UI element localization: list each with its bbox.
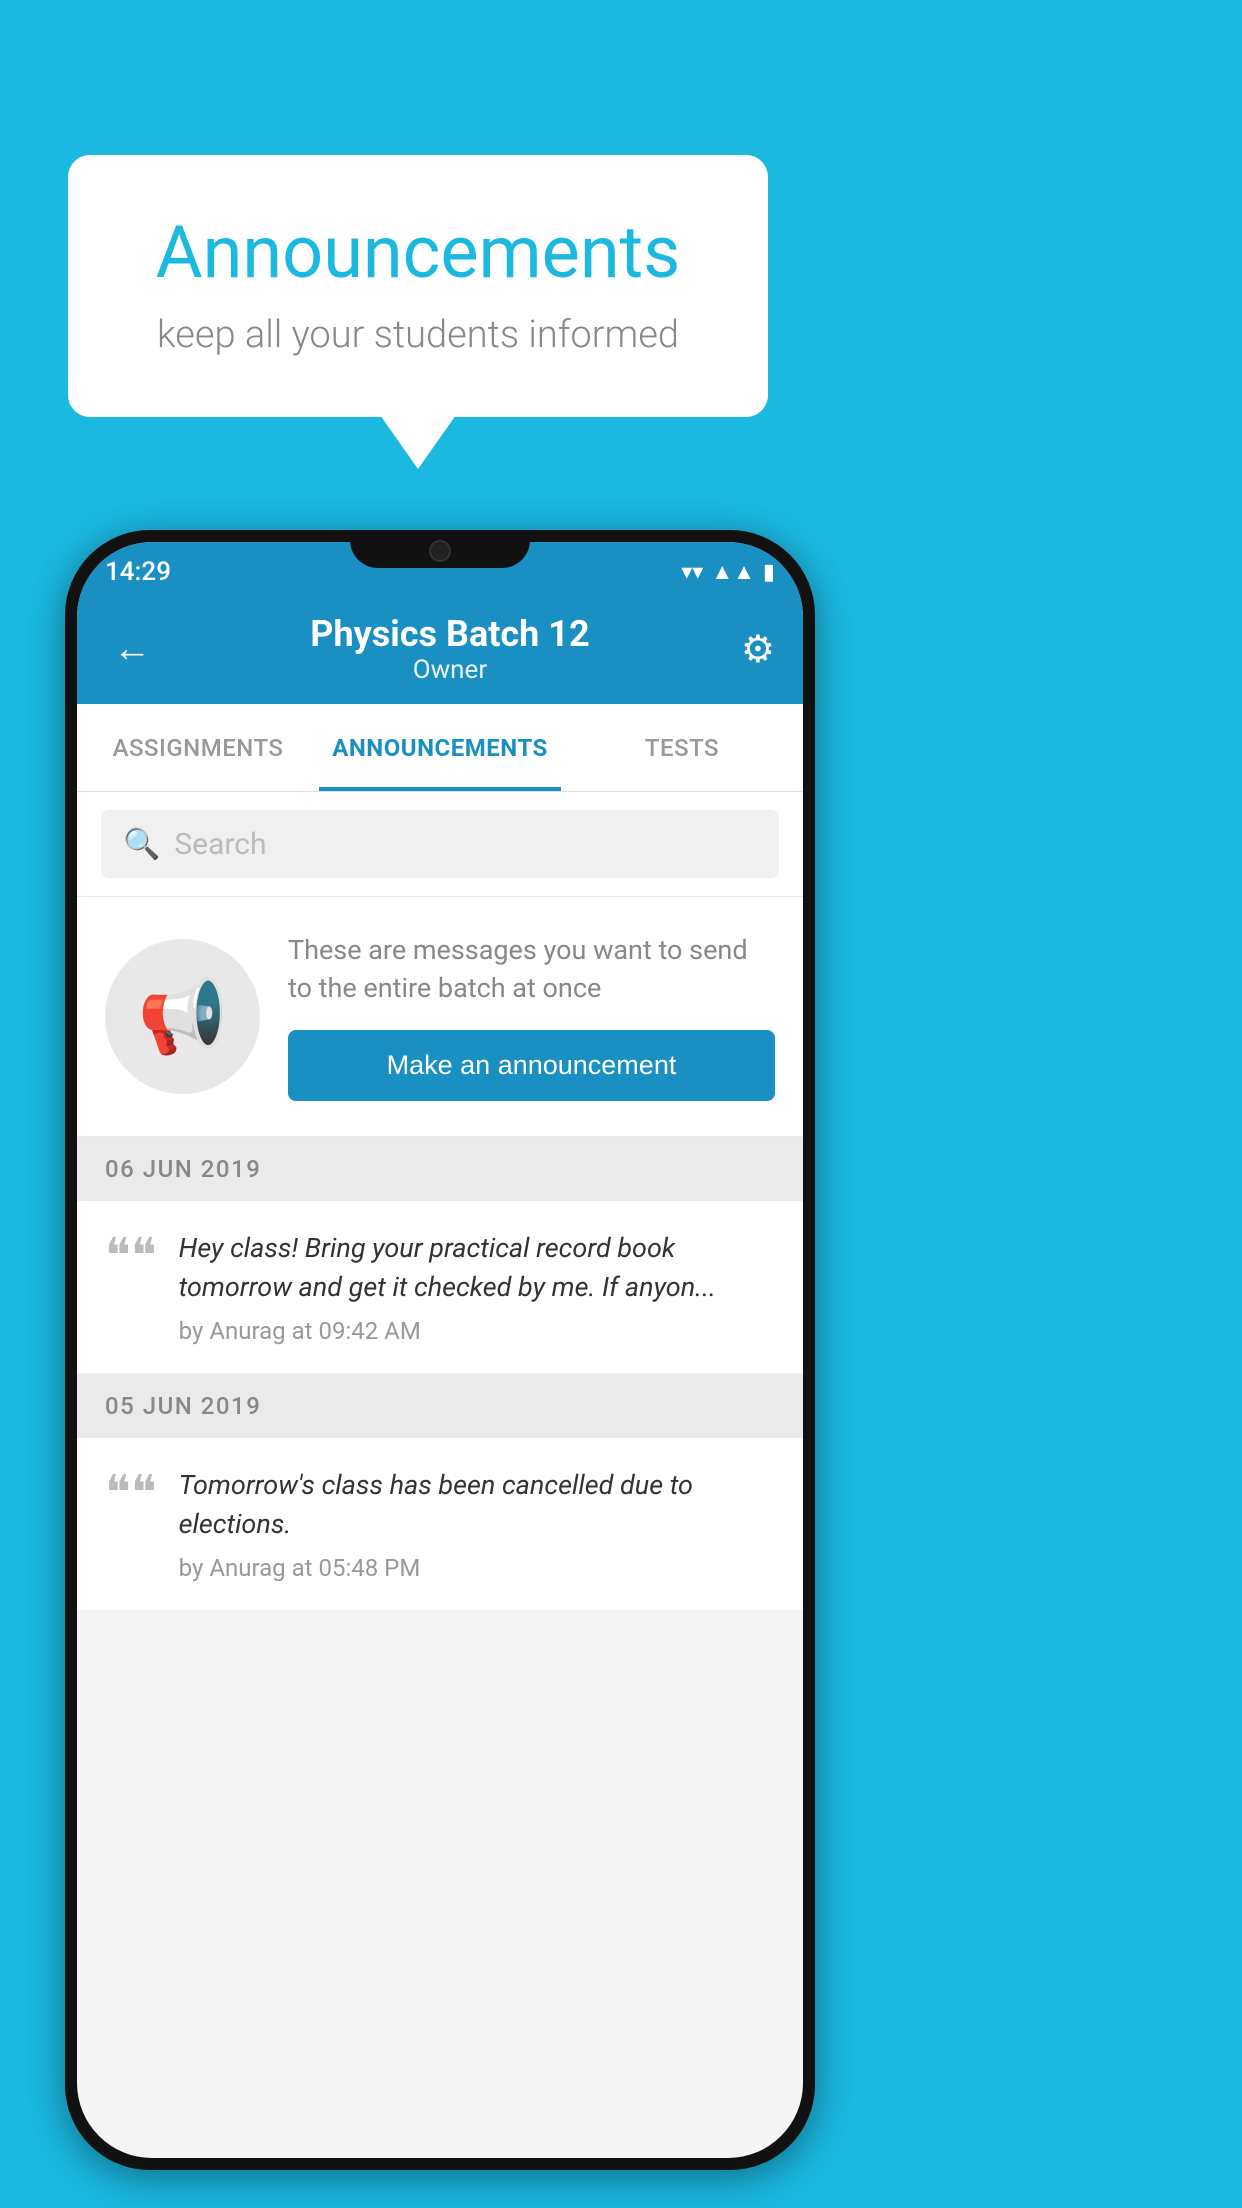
- phone-screen: 14:29 ▾▾ ▲▲ ▮ ← Physics Batch 12 Owner ⚙…: [77, 542, 803, 2158]
- battery-icon: ▮: [763, 560, 775, 585]
- status-time: 14:29: [105, 557, 171, 587]
- search-icon: 🔍: [123, 827, 160, 862]
- promo-icon-circle: 📢: [105, 939, 260, 1094]
- quote-icon-2: ❝❝: [105, 1470, 157, 1518]
- phone-notch: [350, 530, 530, 568]
- date-separator-1: 06 JUN 2019: [77, 1137, 803, 1201]
- back-button[interactable]: ←: [105, 619, 159, 679]
- phone-frame: 14:29 ▾▾ ▲▲ ▮ ← Physics Batch 12 Owner ⚙…: [65, 530, 815, 2170]
- announcement-item-1[interactable]: ❝❝ Hey class! Bring your practical recor…: [77, 1201, 803, 1374]
- phone-camera: [429, 540, 451, 562]
- speech-bubble-container: Announcements keep all your students inf…: [68, 155, 768, 417]
- announcement-item-2[interactable]: ❝❝ Tomorrow's class has been cancelled d…: [77, 1438, 803, 1611]
- date-separator-2: 05 JUN 2019: [77, 1374, 803, 1438]
- megaphone-icon: 📢: [138, 974, 228, 1059]
- announcement-text-1: Hey class! Bring your practical record b…: [179, 1229, 775, 1307]
- header-title: Physics Batch 12: [310, 613, 589, 655]
- search-container: 🔍 Search: [77, 792, 803, 897]
- announcement-meta-2: by Anurag at 05:48 PM: [179, 1554, 775, 1582]
- promo-section: 📢 These are messages you want to send to…: [77, 897, 803, 1137]
- announcement-content-2: Tomorrow's class has been cancelled due …: [179, 1466, 775, 1582]
- app-header: ← Physics Batch 12 Owner ⚙: [77, 594, 803, 704]
- search-bar[interactable]: 🔍 Search: [101, 810, 779, 878]
- header-subtitle: Owner: [310, 655, 589, 685]
- promo-right: These are messages you want to send to t…: [288, 932, 775, 1101]
- tab-assignments[interactable]: ASSIGNMENTS: [77, 704, 319, 791]
- signal-icon: ▲▲: [711, 559, 755, 585]
- bubble-title: Announcements: [128, 210, 708, 295]
- make-announcement-button[interactable]: Make an announcement: [288, 1030, 775, 1101]
- wifi-icon: ▾▾: [681, 560, 703, 585]
- settings-icon[interactable]: ⚙: [741, 627, 775, 672]
- speech-bubble: Announcements keep all your students inf…: [68, 155, 768, 417]
- tab-announcements[interactable]: ANNOUNCEMENTS: [319, 704, 561, 791]
- announcement-meta-1: by Anurag at 09:42 AM: [179, 1317, 775, 1345]
- tab-tests[interactable]: TESTS: [561, 704, 803, 791]
- header-title-group: Physics Batch 12 Owner: [310, 613, 589, 685]
- quote-icon-1: ❝❝: [105, 1233, 157, 1281]
- promo-description: These are messages you want to send to t…: [288, 932, 775, 1008]
- announcement-content-1: Hey class! Bring your practical record b…: [179, 1229, 775, 1345]
- status-icons: ▾▾ ▲▲ ▮: [681, 559, 775, 585]
- bubble-subtitle: keep all your students informed: [128, 313, 708, 357]
- announcement-text-2: Tomorrow's class has been cancelled due …: [179, 1466, 775, 1544]
- tab-bar: ASSIGNMENTS ANNOUNCEMENTS TESTS: [77, 704, 803, 792]
- search-placeholder: Search: [174, 827, 266, 862]
